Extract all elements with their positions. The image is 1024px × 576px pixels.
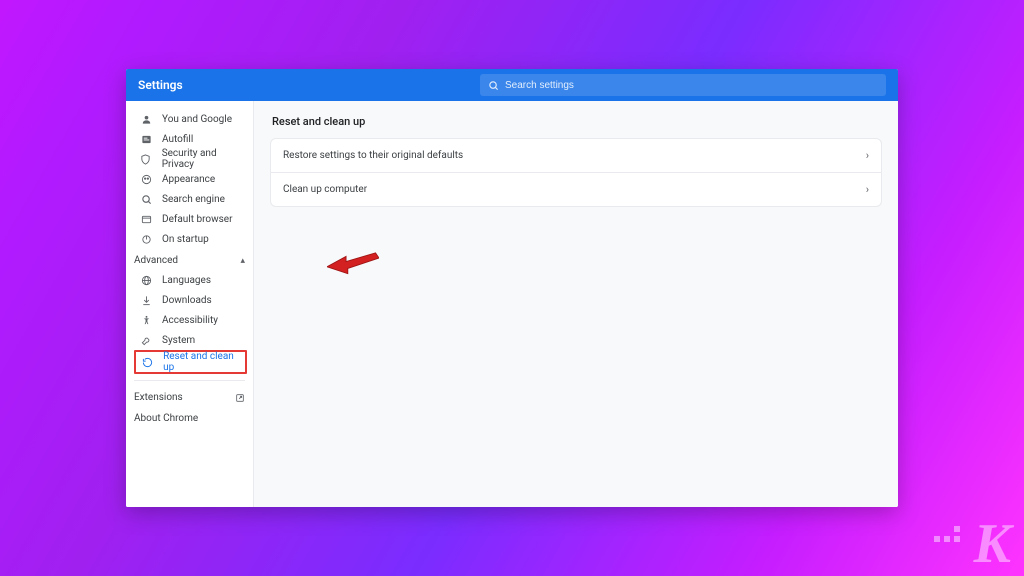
sidebar-item-label: Search engine xyxy=(162,194,225,205)
sidebar-item-label: Appearance xyxy=(162,174,215,185)
sidebar-item-about-chrome[interactable]: About Chrome xyxy=(134,408,253,429)
divider xyxy=(134,380,245,381)
sidebar-item-extensions[interactable]: Extensions xyxy=(134,387,253,408)
sidebar-item-label: On startup xyxy=(162,234,209,245)
sidebar-item-label: Languages xyxy=(162,275,211,286)
advanced-label: Advanced xyxy=(134,255,178,266)
sidebar-item-you-and-google[interactable]: You and Google xyxy=(134,109,253,129)
row-restore-defaults[interactable]: Restore settings to their original defau… xyxy=(271,139,881,172)
sidebar-item-label: Autofill xyxy=(162,134,193,145)
chevron-right-icon: › xyxy=(866,149,869,162)
page-title: Settings xyxy=(138,78,468,92)
watermark-dots-icon xyxy=(934,526,960,542)
extensions-label: Extensions xyxy=(134,392,183,403)
sidebar-item-label: You and Google xyxy=(162,114,232,125)
sidebar: You and Google Autofill Security and Pri… xyxy=(126,101,254,507)
browser-icon xyxy=(140,213,152,225)
sidebar-item-downloads[interactable]: Downloads xyxy=(134,290,253,310)
sidebar-item-system[interactable]: System xyxy=(134,330,253,350)
row-label: Restore settings to their original defau… xyxy=(283,150,463,161)
annotation-highlight-box: Reset and clean up xyxy=(134,350,247,374)
watermark-letter: K xyxy=(974,513,1012,575)
sidebar-item-autofill[interactable]: Autofill xyxy=(134,129,253,149)
person-icon xyxy=(140,113,152,125)
search-icon xyxy=(140,193,152,205)
about-label: About Chrome xyxy=(134,413,198,424)
gradient-backdrop: Settings You and Google xyxy=(0,0,1024,576)
sidebar-item-label: Security and Privacy xyxy=(162,148,249,170)
window-body: You and Google Autofill Security and Pri… xyxy=(126,101,898,507)
wrench-icon xyxy=(140,334,152,346)
search-field[interactable] xyxy=(480,74,886,96)
sidebar-item-appearance[interactable]: Appearance xyxy=(134,169,253,189)
sidebar-item-search-engine[interactable]: Search engine xyxy=(134,189,253,209)
shield-icon xyxy=(140,153,152,165)
power-icon xyxy=(140,233,152,245)
restore-icon xyxy=(142,356,153,368)
row-clean-up-computer[interactable]: Clean up computer › xyxy=(271,172,881,206)
download-icon xyxy=(140,294,152,306)
top-bar: Settings xyxy=(126,69,898,101)
main-panel: Reset and clean up Restore settings to t… xyxy=(254,101,898,507)
sidebar-item-label: System xyxy=(162,335,195,346)
accessibility-icon xyxy=(140,314,152,326)
sidebar-item-label: Downloads xyxy=(162,295,212,306)
sidebar-item-label: Accessibility xyxy=(162,315,218,326)
autofill-icon xyxy=(140,133,152,145)
sidebar-item-on-startup[interactable]: On startup xyxy=(134,229,253,249)
globe-icon xyxy=(140,274,152,286)
sidebar-item-security[interactable]: Security and Privacy xyxy=(134,149,253,169)
settings-window: Settings You and Google xyxy=(126,69,898,507)
sidebar-item-reset-cleanup[interactable]: Reset and clean up xyxy=(136,352,245,372)
chevron-up-icon: ▴ xyxy=(240,256,245,266)
main-title: Reset and clean up xyxy=(272,115,882,128)
appearance-icon xyxy=(140,173,152,185)
open-external-icon xyxy=(235,393,245,403)
sidebar-item-languages[interactable]: Languages xyxy=(134,270,253,290)
chevron-right-icon: › xyxy=(866,183,869,196)
settings-card: Restore settings to their original defau… xyxy=(270,138,882,207)
watermark: K xyxy=(974,516,1012,572)
sidebar-item-label: Reset and clean up xyxy=(163,351,241,373)
sidebar-section-advanced[interactable]: Advanced ▴ xyxy=(134,249,253,270)
sidebar-item-label: Default browser xyxy=(162,214,232,225)
row-label: Clean up computer xyxy=(283,184,367,195)
sidebar-item-default-browser[interactable]: Default browser xyxy=(134,209,253,229)
sidebar-item-accessibility[interactable]: Accessibility xyxy=(134,310,253,330)
search-icon xyxy=(488,80,499,91)
search-input[interactable] xyxy=(505,80,878,91)
